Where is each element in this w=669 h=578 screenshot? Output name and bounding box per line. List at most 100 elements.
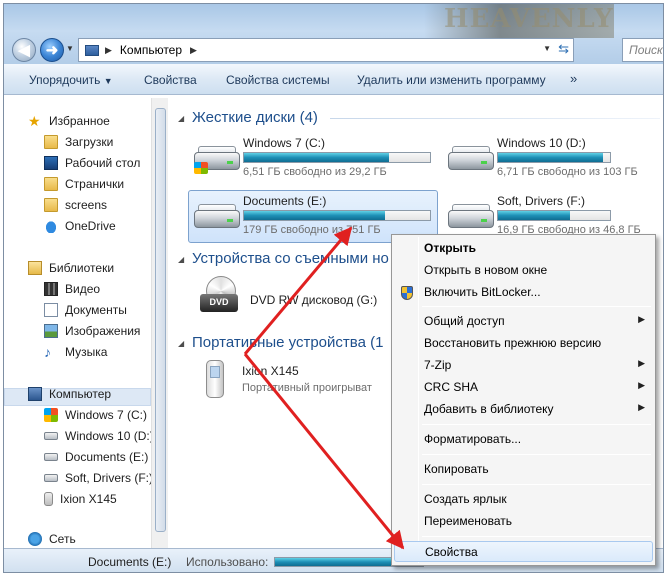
nav-item-computer[interactable]: Компьютер [28, 385, 111, 403]
back-arrow-icon: ◀ [18, 42, 30, 59]
nav-item-music[interactable]: ♪ Музыка [44, 343, 107, 361]
drive-usage-fill [244, 211, 386, 220]
nav-item-pages[interactable]: Странички [44, 175, 124, 193]
image-icon [44, 324, 58, 338]
nav-item-images[interactable]: Изображения [44, 322, 140, 340]
menu-separator [422, 306, 651, 307]
organize-menu[interactable]: Упорядочить ▼ [29, 73, 113, 87]
drive-name: Documents (E:) [243, 194, 327, 208]
properties-button[interactable]: Свойства [144, 73, 197, 87]
hard-drive-icon [44, 432, 58, 440]
forward-arrow-icon: ➜ [45, 42, 59, 59]
menu-label: Копировать [424, 462, 489, 476]
submenu-arrow-icon: ▶ [638, 314, 645, 324]
menu-separator [422, 454, 651, 455]
search-input[interactable]: Поиск [622, 38, 663, 62]
menu-item-sharing[interactable]: Общий доступ ▶ [394, 311, 653, 332]
windows-drive-icon [44, 408, 58, 422]
group-divider [330, 118, 660, 119]
drive-usage-fill [498, 153, 604, 162]
nav-item-drive-d[interactable]: Windows 10 (D:) [44, 427, 154, 445]
menu-item-bitlocker[interactable]: Включить BitLocker... [394, 282, 653, 303]
computer-icon [28, 387, 42, 401]
menu-item-restore[interactable]: Восстановить прежнюю версию [394, 333, 653, 354]
group-header-removable[interactable]: Устройства со съемными но [192, 250, 389, 267]
menu-item-format[interactable]: Форматировать... [394, 429, 653, 450]
menu-item-copy[interactable]: Копировать [394, 459, 653, 480]
menu-item-properties[interactable]: Свойства [394, 541, 653, 562]
nav-item-drive-e[interactable]: Documents (E:) [44, 448, 148, 466]
back-button[interactable]: ◀ [12, 38, 36, 62]
folder-icon [44, 198, 58, 212]
menu-item-7zip[interactable]: 7-Zip ▶ [394, 355, 653, 376]
nav-item-libraries[interactable]: Библиотеки [28, 259, 114, 277]
drive-tile-d[interactable]: Windows 10 (D:) 6,71 ГБ свободно из 103 … [442, 132, 663, 184]
document-icon [44, 303, 58, 317]
menu-separator [422, 424, 651, 425]
nav-label: Documents (E:) [65, 450, 149, 464]
menu-item-open[interactable]: Открыть [394, 238, 653, 259]
group-header-portable[interactable]: Портативные устройства (1 [192, 334, 383, 351]
collapse-triangle-icon[interactable]: ◢ [178, 255, 184, 264]
drive-usage-fill [244, 153, 390, 162]
organize-label: Упорядочить [29, 73, 101, 87]
uninstall-program-button[interactable]: Удалить или изменить программу [357, 73, 546, 87]
menu-label: Свойства [425, 545, 478, 559]
menu-item-create-shortcut[interactable]: Создать ярлык [394, 489, 653, 510]
star-icon: ★ [28, 113, 41, 129]
nav-item-onedrive[interactable]: OneDrive [44, 217, 116, 235]
breadcrumb-separator[interactable]: ▶ [105, 45, 112, 56]
chevron-down-icon: ▼ [103, 76, 113, 86]
nav-item-favorites[interactable]: ★ Избранное [28, 112, 110, 130]
nav-item-network[interactable]: Сеть [28, 530, 76, 548]
menu-label: 7-Zip [424, 358, 452, 372]
nav-item-drive-c[interactable]: Windows 7 (C:) [44, 406, 147, 424]
drive-usage-bar [497, 210, 611, 221]
device-name: Ixion X145 [242, 364, 299, 378]
menu-label: Добавить в библиотеку [424, 402, 554, 416]
address-history-dropdown[interactable]: ▼ [543, 44, 551, 53]
nav-item-documents[interactable]: Документы [44, 301, 127, 319]
dvd-drive-tile[interactable]: DVD DVD RW дисковод (G:) [200, 276, 400, 316]
nav-item-ixion[interactable]: Ixion X145 [44, 490, 117, 508]
portable-device-tile[interactable]: Ixion X145 Портативный проигрыват [192, 360, 412, 400]
group-header-hard-drives[interactable]: Жесткие диски (4) [192, 109, 318, 126]
forward-button[interactable]: ➜ [40, 38, 64, 62]
folder-icon [44, 135, 58, 149]
collapse-triangle-icon[interactable]: ◢ [178, 114, 184, 123]
nav-label: Загрузки [65, 135, 114, 149]
menu-label: Открыть [424, 241, 477, 255]
nav-item-desktop[interactable]: Рабочий стол [44, 154, 140, 172]
desktop-icon [44, 156, 58, 170]
recent-pages-dropdown[interactable]: ▼ [66, 44, 74, 53]
drive-tile-c[interactable]: Windows 7 (C:) 6,51 ГБ свободно из 29,2 … [188, 132, 431, 184]
menu-item-rename[interactable]: Переименовать [394, 511, 653, 532]
title-bar: HEAVENLY ◀ ➜ ▼ ▶ Компьютер ▶ ▼ ⇆ Поиск [4, 4, 663, 64]
nav-label: Сеть [49, 532, 76, 546]
breadcrumb-separator[interactable]: ▶ [190, 45, 197, 56]
nav-label: Windows 7 (C:) [65, 408, 148, 422]
collapse-triangle-icon[interactable]: ◢ [178, 339, 184, 348]
drive-usage-bar [243, 152, 431, 163]
menu-item-crc-sha[interactable]: CRC SHA ▶ [394, 377, 653, 398]
menu-separator [422, 484, 651, 485]
refresh-icon[interactable]: ⇆ [558, 41, 569, 57]
nav-item-video[interactable]: Видео [44, 280, 100, 298]
menu-item-add-to-library[interactable]: Добавить в библиотеку ▶ [394, 399, 653, 420]
nav-item-screens[interactable]: screens [44, 196, 107, 214]
breadcrumb-computer[interactable]: Компьютер [120, 43, 182, 57]
network-icon [28, 532, 42, 546]
menu-item-open-new-window[interactable]: Открыть в новом окне [394, 260, 653, 281]
system-properties-button[interactable]: Свойства системы [226, 73, 330, 87]
navigation-scrollbar-thumb[interactable] [155, 108, 166, 532]
more-commands-button[interactable]: » [570, 71, 577, 86]
nav-item-downloads[interactable]: Загрузки [44, 133, 113, 151]
video-icon [44, 282, 58, 296]
address-bar[interactable]: ▶ Компьютер ▶ ▼ ⇆ [78, 38, 574, 62]
nav-label: Изображения [65, 324, 141, 338]
nav-item-drive-f[interactable]: Soft, Drivers (F:) [44, 469, 153, 487]
status-item-name: Documents (E:) [88, 555, 172, 569]
device-type: Портативный проигрыват [242, 382, 372, 394]
drive-free-space: 179 ГБ свободно из 751 ГБ [243, 224, 381, 236]
hard-drive-icon [194, 204, 240, 228]
